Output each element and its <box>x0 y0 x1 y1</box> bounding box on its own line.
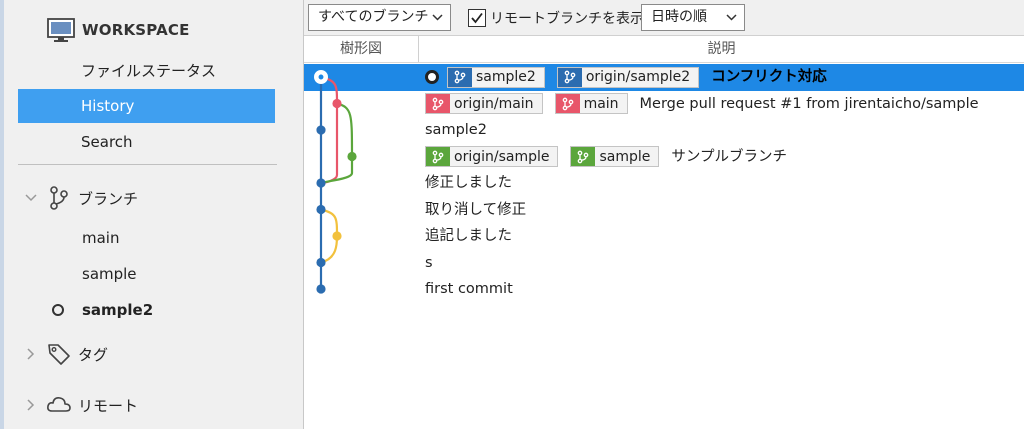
commit-node <box>316 125 326 135</box>
commit-description: first commit <box>425 276 513 302</box>
branch-filter-dropdown[interactable]: すべてのブランチ <box>308 4 451 31</box>
chevron-down-icon <box>25 194 37 202</box>
commit-message: first commit <box>425 281 513 297</box>
commit-message: s <box>425 254 433 271</box>
nav-file-status[interactable]: ファイルステータス <box>18 54 275 88</box>
commit-node <box>332 231 342 241</box>
commit-list: 樹形図 説明 sample2 origin/sample2 コンフリクト対応 orig… <box>304 36 1024 429</box>
monitor-icon <box>47 18 75 42</box>
group-tags-label: タグ <box>78 345 109 364</box>
chevron-down-icon <box>726 14 737 21</box>
branch-ref-name: origin/sample <box>454 148 550 165</box>
branch-ref-label[interactable]: sample <box>570 146 660 167</box>
commit-message: 修正しました <box>425 175 512 191</box>
branch-ref-label[interactable]: origin/sample <box>425 146 559 167</box>
group-branches[interactable]: ブランチ <box>24 182 138 214</box>
branch-icon <box>50 186 68 210</box>
chevron-right-icon <box>27 348 35 360</box>
nav-history[interactable]: History <box>18 89 275 123</box>
nav-search[interactable]: Search <box>18 125 275 159</box>
commit-node <box>316 178 326 188</box>
branch-ref-label[interactable]: sample2 <box>447 66 545 88</box>
branch-ref-name: main <box>583 95 619 112</box>
branch-ref-label[interactable]: main <box>554 93 628 114</box>
checkmark-icon <box>471 12 483 24</box>
commit-description: origin/main main Merge pull request #1 fro… <box>425 91 979 117</box>
commit-description: 取り消して修正 <box>425 197 526 223</box>
commit-description: sample2 <box>425 117 487 143</box>
branch-ref-label[interactable]: origin/main <box>425 93 543 114</box>
branch-icon <box>426 94 450 113</box>
branch-ref-name: sample <box>599 148 651 165</box>
branch-icon <box>557 67 582 87</box>
workspace-label: WORKSPACE <box>82 21 190 39</box>
commit-description: 修正しました <box>425 170 512 196</box>
commit-description: 追記しました <box>425 223 512 249</box>
workspace-header: WORKSPACE <box>46 14 190 46</box>
head-commit-node <box>317 73 325 81</box>
group-branches-label: ブランチ <box>78 189 139 208</box>
branch-icon <box>448 67 472 87</box>
column-header-description[interactable]: 説明 <box>419 36 1024 62</box>
branch-ref-name: origin/sample2 <box>585 69 691 85</box>
branch-ref-label[interactable]: origin/sample2 <box>556 66 700 88</box>
commit-node <box>316 284 326 294</box>
branch-sample[interactable]: sample <box>82 259 137 289</box>
commit-message: sample2 <box>425 122 487 138</box>
commit-description: origin/sample sample サンプルブランチ <box>425 144 787 170</box>
sidebar-divider <box>18 164 277 165</box>
show-remote-toggle[interactable]: リモートブランチを表示 <box>468 6 644 30</box>
group-remotes[interactable]: リモート <box>24 389 138 421</box>
branch-icon <box>555 94 580 113</box>
commit-description: s <box>425 250 433 276</box>
branch-filter-value: すべてのブランチ <box>318 9 429 25</box>
cloud-icon <box>47 397 71 412</box>
sidebar: WORKSPACE ファイルステータス History Search ブランチ … <box>0 0 304 429</box>
commit-node <box>316 204 326 215</box>
group-tags[interactable]: タグ <box>24 338 108 370</box>
branch-ref-name: origin/main <box>454 95 534 112</box>
commit-node <box>332 98 342 109</box>
branch-icon <box>426 147 450 166</box>
current-branch-icon <box>52 304 64 316</box>
commit-message: サンプルブランチ <box>671 148 787 165</box>
commit-message: コンフリクト対応 <box>711 69 827 85</box>
branch-main[interactable]: main <box>82 223 119 253</box>
commit-message: Merge pull request #1 from jirentaicho/s… <box>639 95 979 112</box>
commit-message: 追記しました <box>425 228 512 244</box>
branch-ref-name: sample2 <box>476 69 536 85</box>
sort-dropdown[interactable]: 日時の順 <box>641 4 745 31</box>
show-remote-label: リモートブランチを表示 <box>490 11 644 27</box>
branch-icon <box>571 147 596 166</box>
sort-value: 日時の順 <box>651 9 707 25</box>
commit-graph <box>314 70 357 294</box>
show-remote-checkbox[interactable] <box>468 9 486 27</box>
commit-node <box>316 257 326 268</box>
commit-description: sample2 origin/sample2 コンフリクト対応 <box>425 64 827 90</box>
toolbar: すべてのブランチ リモートブランチを表示 日時の順 <box>304 0 1024 36</box>
branch-sample2[interactable]: sample2 <box>82 295 153 325</box>
commit-node <box>347 151 357 162</box>
tag-icon <box>48 344 70 365</box>
head-marker-icon <box>425 70 439 84</box>
group-remotes-label: リモート <box>78 396 139 415</box>
sidebar-edge <box>0 0 4 429</box>
chevron-right-icon <box>27 399 35 411</box>
chevron-down-icon <box>432 14 443 21</box>
commit-message: 取り消して修正 <box>425 201 527 218</box>
